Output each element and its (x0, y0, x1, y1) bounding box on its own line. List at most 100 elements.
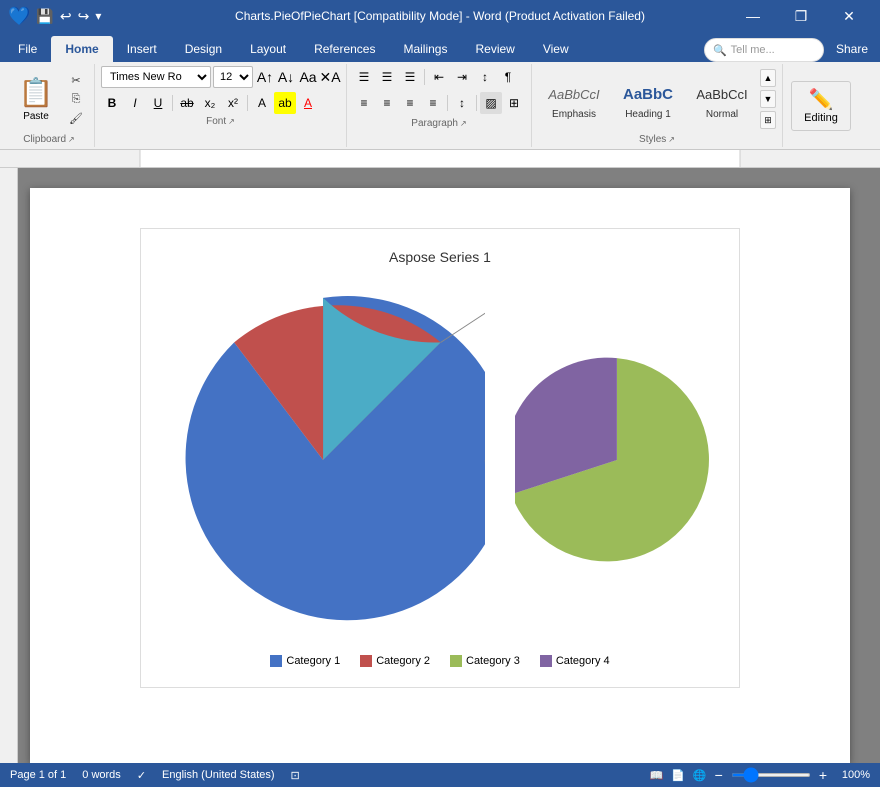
numbered-list-button[interactable]: ☰ (376, 66, 398, 88)
strikethrough-button[interactable]: ab (176, 92, 198, 114)
paste-button[interactable]: 📋 Paste (10, 69, 62, 129)
underline-button[interactable]: U (147, 92, 169, 114)
tell-me-input[interactable]: 🔍 Tell me... (704, 38, 824, 62)
ribbon-tab-bar: File Home Insert Design Layout Reference… (0, 32, 880, 62)
redo-icon[interactable]: ↪ (78, 8, 90, 25)
ribbon: 📋 Paste ✂ ⎘ 🖌 Clipboard ↗ Times New Ro 1… (0, 62, 880, 150)
show-marks-button[interactable]: ¶ (497, 66, 519, 88)
vertical-ruler (0, 168, 18, 763)
tab-layout[interactable]: Layout (236, 36, 300, 62)
tab-design[interactable]: Design (171, 36, 236, 62)
superscript-button[interactable]: x² (222, 92, 244, 114)
italic-button[interactable]: I (124, 92, 146, 114)
macro-icon[interactable]: ⊡ (291, 769, 300, 782)
bullet-list-button[interactable]: ☰ (353, 66, 375, 88)
tab-review[interactable]: Review (461, 36, 528, 62)
minimize-button[interactable]: — (730, 0, 776, 32)
styles-expand[interactable]: ⊞ (760, 111, 776, 129)
tab-home[interactable]: Home (51, 36, 112, 62)
legend-item-cat4: Category 4 (540, 655, 610, 667)
tab-file[interactable]: File (4, 36, 51, 62)
para-sep1 (424, 69, 425, 85)
decrease-indent-button[interactable]: ⇤ (428, 66, 450, 88)
text-effects-button[interactable]: A (251, 92, 273, 114)
align-left-button[interactable]: ≡ (353, 92, 375, 114)
print-layout-icon[interactable]: 📄 (671, 769, 685, 782)
word-count: 0 words (82, 769, 121, 781)
language-indicator[interactable]: English (United States) (162, 769, 275, 781)
chart-container[interactable]: Aspose Series 1 (140, 228, 740, 688)
format-separator (172, 95, 173, 111)
shading-button[interactable]: ▨ (480, 92, 502, 114)
format-separator2 (247, 95, 248, 111)
read-mode-icon[interactable]: 📖 (650, 769, 664, 782)
font-color-button[interactable]: A (297, 92, 319, 114)
styles-expand-icon[interactable]: ↗ (668, 135, 675, 144)
status-left: Page 1 of 1 0 words ✓ English (United St… (10, 769, 300, 782)
style-heading1-label: Heading 1 (625, 109, 671, 120)
clipboard-label: Clipboard ↗ (23, 134, 75, 145)
subscript-button[interactable]: x₂ (199, 92, 221, 114)
tab-mailings[interactable]: Mailings (389, 36, 461, 62)
tab-view[interactable]: View (529, 36, 583, 62)
editing-button[interactable]: ✏️ Editing (791, 81, 851, 131)
para-list-row: ☰ ☰ ☰ ⇤ ⇥ ↕ ¶ (353, 66, 525, 88)
web-layout-icon[interactable]: 🌐 (693, 769, 707, 782)
small-pie-chart (515, 350, 719, 570)
font-name-select[interactable]: Times New Ro (101, 66, 211, 88)
tell-me-placeholder: Tell me... (731, 44, 775, 56)
zoom-level[interactable]: 100% (835, 769, 870, 781)
legend-color-cat4 (540, 655, 552, 667)
zoom-slider[interactable] (731, 773, 811, 777)
status-bar: Page 1 of 1 0 words ✓ English (United St… (0, 763, 880, 787)
style-normal[interactable]: AaBbCcI Normal (686, 69, 758, 129)
cut-button[interactable]: ✂ (64, 71, 88, 89)
multilevel-list-button[interactable]: ☰ (399, 66, 421, 88)
share-button[interactable]: Share (824, 36, 880, 62)
restore-button[interactable]: ❐ (778, 0, 824, 32)
styles-scroll-up[interactable]: ▲ (760, 69, 776, 87)
style-normal-label: Normal (706, 109, 738, 120)
bold-button[interactable]: B (101, 92, 123, 114)
editing-group: ✏️ Editing (783, 64, 859, 147)
customize-icon[interactable]: ▾ (95, 9, 101, 23)
border-button[interactable]: ⊞ (503, 92, 525, 114)
align-right-button[interactable]: ≡ (399, 92, 421, 114)
sort-button[interactable]: ↕ (474, 66, 496, 88)
highlight-button[interactable]: ab (274, 92, 296, 114)
zoom-slider-track[interactable] (731, 773, 811, 777)
font-group: Times New Ro 12 A↑ A↓ Aa ✕A B I U ab x₂ (95, 64, 347, 147)
zoom-plus-button[interactable]: + (819, 767, 827, 783)
undo-icon[interactable]: ↩ (60, 8, 72, 25)
styles-scroll-down[interactable]: ▼ (760, 90, 776, 108)
tab-references[interactable]: References (300, 36, 389, 62)
justify-button[interactable]: ≡ (422, 92, 444, 114)
style-emphasis[interactable]: AaBbCcI Emphasis (538, 69, 610, 129)
format-painter-button[interactable]: 🖌 (64, 109, 88, 127)
save-icon[interactable]: 💾 (36, 8, 53, 25)
increase-indent-button[interactable]: ⇥ (451, 66, 473, 88)
copy-button[interactable]: ⎘ (64, 90, 88, 108)
paragraph-expand-icon[interactable]: ↗ (460, 119, 467, 128)
clipboard-small-buttons: ✂ ⎘ 🖌 (64, 71, 88, 127)
font-grow-button[interactable]: A↑ (255, 66, 275, 88)
align-center-button[interactable]: ≡ (376, 92, 398, 114)
clear-format-button[interactable]: ✕A (320, 66, 340, 88)
close-button[interactable]: ✕ (826, 0, 872, 32)
clipboard-expand-icon[interactable]: ↗ (68, 135, 75, 144)
font-expand-icon[interactable]: ↗ (228, 117, 235, 126)
font-format-row: B I U ab x₂ x² A ab A (101, 92, 340, 114)
style-heading1[interactable]: AaBbC Heading 1 (612, 69, 684, 129)
font-shrink-button[interactable]: A↓ (276, 66, 296, 88)
chart-area (161, 285, 719, 635)
horizontal-ruler (0, 150, 880, 168)
line-spacing-button[interactable]: ↕ (451, 92, 473, 114)
legend-item-cat3: Category 3 (450, 655, 520, 667)
proofing-icon[interactable]: ✓ (137, 769, 146, 782)
font-size-select[interactable]: 12 (213, 66, 253, 88)
zoom-minus-button[interactable]: − (715, 767, 723, 783)
change-case-button[interactable]: Aa (298, 66, 318, 88)
clipboard-content: 📋 Paste ✂ ⎘ 🖌 (10, 66, 88, 132)
chart-legend: Category 1 Category 2 Category 3 Categor… (161, 655, 719, 667)
tab-insert[interactable]: Insert (113, 36, 171, 62)
